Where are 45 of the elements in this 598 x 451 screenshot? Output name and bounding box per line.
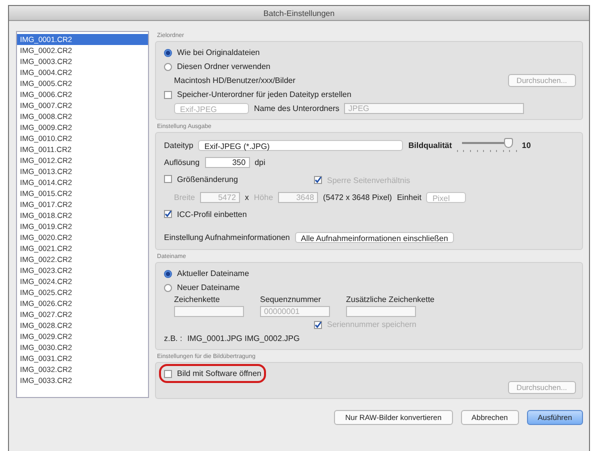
dropdown[interactable]: Alle Aufnahmeinformationen einschließen [294, 232, 454, 242]
input-field[interactable] [174, 306, 244, 317]
field-label: Name des Unterordners [254, 104, 340, 113]
radio-button[interactable] [164, 270, 172, 278]
checkbox-label: Bild mit Software öffnen [177, 369, 262, 378]
radio-label: Wie bei Originaldateien [177, 48, 260, 57]
dropdown[interactable]: Exif-JPEG (*.JPG) [198, 140, 404, 150]
radio-label: Aktueller Dateiname [177, 269, 250, 278]
checkbox[interactable] [164, 210, 172, 218]
field-label: Zusätzliche Zeichenkette [346, 295, 434, 304]
checkbox[interactable] [164, 370, 172, 378]
times-label: x [244, 192, 249, 202]
checkbox-label: Speicher-Unterordner für jeden Dateityp erstellen [177, 90, 352, 99]
field-label: Einheit [396, 192, 422, 202]
checkbox-label: Größenänderung [177, 174, 238, 184]
example-label: z.B. : [164, 334, 182, 343]
field-label: Zeichenkette [174, 295, 221, 304]
field-label: Breite [174, 192, 195, 202]
checkbox[interactable] [164, 175, 172, 183]
field-label: Auflösung [164, 158, 200, 166]
checkbox[interactable] [314, 176, 322, 184]
radio-button[interactable] [164, 284, 172, 292]
radio-label: Neuer Dateiname [177, 283, 240, 292]
folder-path: Macintosh HD/Benutzer/xxx/Bilder [174, 76, 296, 85]
radio-button[interactable] [164, 48, 172, 56]
checkbox-label: ICC-Profil einbetten [177, 210, 247, 218]
unit-label: dpi [254, 158, 266, 166]
slider-thumb[interactable] [504, 138, 514, 148]
radio-button[interactable] [164, 62, 172, 70]
checkbox-label: Sperre Seitenverhältnis [327, 176, 410, 184]
radio-label: Diesen Ordner verwenden [177, 62, 270, 71]
field-label: Bildqualität [408, 140, 452, 150]
checkbox-label: Seriennummer speichern [327, 320, 416, 329]
pixel-size: (5472 x 3648 Pixel) [323, 192, 392, 202]
field-label: Einstellung Aufnahmeinformationen [164, 232, 290, 242]
field-label: Dateityp [164, 140, 194, 150]
slider-value: 10 [522, 140, 531, 150]
field-label: Höhe [254, 192, 274, 202]
input-field[interactable]: 350 [204, 156, 250, 168]
window-title: Batch-Einstellungen [263, 8, 335, 18]
input-field[interactable] [346, 306, 416, 317]
checkbox[interactable] [314, 320, 322, 328]
field-label: Sequenznummer [260, 295, 322, 304]
example-value: IMG_0001.JPG IMG_0002.JPG [187, 334, 300, 343]
checkbox[interactable] [164, 90, 172, 98]
